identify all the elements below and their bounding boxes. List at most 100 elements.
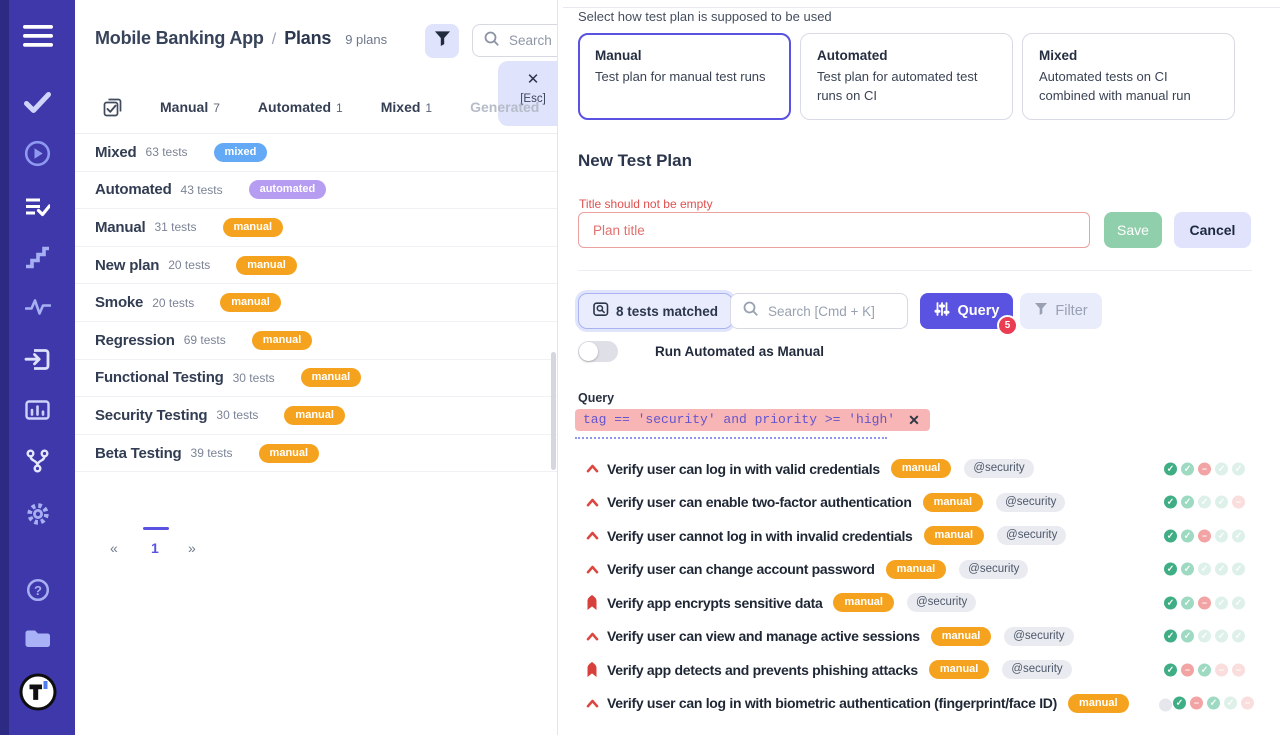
breadcrumb-project[interactable]: Mobile Banking App bbox=[95, 28, 264, 49]
tests-check-icon[interactable] bbox=[0, 92, 75, 113]
test-results: ✓✓✓✓✓ bbox=[1164, 630, 1245, 643]
test-result-dot: ✓ bbox=[1232, 596, 1245, 609]
plans-filter-button[interactable] bbox=[425, 24, 459, 58]
test-result-dot: ✓ bbox=[1215, 596, 1228, 609]
plan-row[interactable]: Mixed 63 tests mixed bbox=[75, 134, 557, 172]
test-row[interactable]: Verify app detects and prevents phishing… bbox=[558, 653, 1280, 687]
clear-query-icon[interactable]: ✕ bbox=[908, 413, 920, 427]
plans-tab[interactable]: Automated 1 bbox=[258, 99, 343, 115]
plan-row[interactable]: Manual 31 tests manual bbox=[75, 209, 557, 247]
search-icon bbox=[743, 301, 758, 321]
test-result-dot: ✓ bbox=[1164, 462, 1177, 475]
plan-mode-card[interactable]: Automated Test plan for automated test r… bbox=[800, 33, 1013, 120]
plan-row[interactable]: Beta Testing 39 tests manual bbox=[75, 435, 557, 473]
testomat-logo[interactable] bbox=[0, 672, 75, 712]
query-button[interactable]: Query 5 bbox=[920, 293, 1013, 329]
plan-row[interactable]: Functional Testing 30 tests manual bbox=[75, 360, 557, 398]
priority-high-icon bbox=[585, 565, 599, 574]
query-count-badge: 5 bbox=[997, 315, 1018, 336]
plan-editor-panel: Select how test plan is supposed to be u… bbox=[558, 0, 1280, 735]
test-row[interactable]: Verify app encrypts sensitive data manua… bbox=[558, 586, 1280, 620]
test-tag: @security bbox=[997, 526, 1066, 545]
cancel-button[interactable]: Cancel bbox=[1174, 212, 1251, 248]
test-result-dot: ✓ bbox=[1164, 496, 1177, 509]
help-icon[interactable]: ? bbox=[0, 578, 75, 602]
settings-gear-icon[interactable] bbox=[0, 501, 75, 527]
import-icon[interactable] bbox=[0, 348, 75, 371]
test-result-dot: – bbox=[1181, 663, 1194, 676]
test-result-dot: – bbox=[1190, 697, 1203, 710]
test-row[interactable]: Verify user can log in with biometric au… bbox=[558, 687, 1280, 721]
plan-name: Manual bbox=[95, 219, 145, 236]
test-result-dot: ✓ bbox=[1181, 496, 1194, 509]
plan-row[interactable]: Automated 43 tests automated bbox=[75, 172, 557, 210]
plan-test-count: 31 tests bbox=[154, 220, 196, 234]
filter-button[interactable]: Filter bbox=[1020, 293, 1102, 329]
plan-type-badge: manual bbox=[252, 331, 313, 350]
plan-tabs: Manual 7 Automated 1 Mixed 1 Generated bbox=[103, 95, 539, 119]
test-type-badge: manual bbox=[833, 593, 894, 612]
sliders-icon bbox=[934, 301, 950, 321]
test-result-dot: ✓ bbox=[1181, 563, 1194, 576]
test-result-dot: ✓ bbox=[1207, 697, 1220, 710]
test-tag: @security bbox=[1004, 627, 1073, 646]
plan-mode-card[interactable]: Manual Test plan for manual test runs bbox=[578, 33, 791, 120]
pagination-prev[interactable]: « bbox=[110, 540, 118, 556]
test-row[interactable]: Verify user can change account password … bbox=[558, 553, 1280, 587]
branches-icon[interactable] bbox=[0, 449, 75, 473]
menu-icon[interactable] bbox=[0, 25, 75, 47]
test-row[interactable]: Verify user can log in with valid creden… bbox=[558, 452, 1280, 486]
query-underline bbox=[575, 437, 887, 439]
test-plans-icon[interactable] bbox=[0, 198, 75, 217]
test-row[interactable]: Verify user can view and manage active s… bbox=[558, 620, 1280, 654]
test-result-dot: – bbox=[1232, 663, 1245, 676]
analytics-pulse-icon[interactable] bbox=[0, 296, 75, 316]
plans-search-input[interactable] bbox=[507, 32, 558, 49]
plan-type-badge: manual bbox=[220, 293, 281, 312]
pagination-current-page[interactable]: 1 bbox=[151, 540, 159, 556]
test-result-dot: – bbox=[1198, 462, 1211, 475]
test-result-dot: – bbox=[1232, 496, 1245, 509]
tests-matched-chip[interactable]: 8 tests matched bbox=[578, 293, 733, 329]
tab-label: Manual bbox=[160, 99, 208, 115]
reports-chart-icon[interactable] bbox=[0, 400, 75, 420]
close-icon[interactable]: ✕ bbox=[498, 71, 558, 89]
scrollbar-thumb[interactable] bbox=[551, 352, 556, 470]
run-automated-toggle[interactable] bbox=[578, 341, 618, 362]
projects-folder-icon[interactable] bbox=[0, 628, 75, 649]
test-result-dot: ✓ bbox=[1232, 529, 1245, 542]
plan-row[interactable]: Regression 69 tests manual bbox=[75, 322, 557, 360]
tests-matched-label: 8 tests matched bbox=[616, 304, 718, 319]
tests-search-input[interactable] bbox=[766, 303, 900, 320]
plan-row[interactable]: Security Testing 30 tests manual bbox=[75, 397, 557, 435]
plan-title-input[interactable] bbox=[578, 212, 1090, 248]
test-row[interactable]: Verify user can enable two-factor authen… bbox=[558, 486, 1280, 520]
test-row[interactable]: Verify user cannot log in with invalid c… bbox=[558, 519, 1280, 553]
plan-mode-card[interactable]: Mixed Automated tests on CI combined wit… bbox=[1022, 33, 1235, 120]
breadcrumb: Mobile Banking App / Plans 9 plans bbox=[95, 28, 387, 49]
test-tag: @security bbox=[907, 593, 976, 612]
run-toggle-row: Run Automated as Manual bbox=[578, 341, 824, 362]
plans-search[interactable] bbox=[472, 24, 558, 57]
plan-test-count: 69 tests bbox=[184, 333, 226, 347]
plan-row[interactable]: Smoke 20 tests manual bbox=[75, 284, 557, 322]
tab-count: 7 bbox=[213, 101, 220, 115]
plans-tab[interactable]: Mixed 1 bbox=[381, 99, 432, 115]
mode-description: Test plan for automated test runs on CI bbox=[817, 68, 996, 106]
plan-row[interactable]: New plan 20 tests manual bbox=[75, 247, 557, 285]
plans-tab[interactable]: Manual 7 bbox=[160, 99, 220, 115]
steps-icon[interactable] bbox=[0, 246, 75, 269]
test-title: Verify user can change account password bbox=[607, 561, 875, 577]
test-type-badge: manual bbox=[931, 627, 992, 646]
select-all-icon[interactable] bbox=[103, 98, 122, 117]
runs-play-icon[interactable] bbox=[0, 140, 75, 167]
test-result-dot: – bbox=[1215, 663, 1228, 676]
tests-search[interactable] bbox=[730, 293, 908, 329]
plan-test-count: 30 tests bbox=[233, 371, 275, 385]
plan-type-badge: manual bbox=[259, 444, 320, 463]
save-button[interactable]: Save bbox=[1104, 212, 1162, 248]
plan-test-count: 30 tests bbox=[216, 408, 258, 422]
plans-tab[interactable]: Generated bbox=[470, 99, 539, 115]
pagination-next[interactable]: » bbox=[188, 540, 196, 556]
priority-high-icon bbox=[585, 632, 599, 641]
